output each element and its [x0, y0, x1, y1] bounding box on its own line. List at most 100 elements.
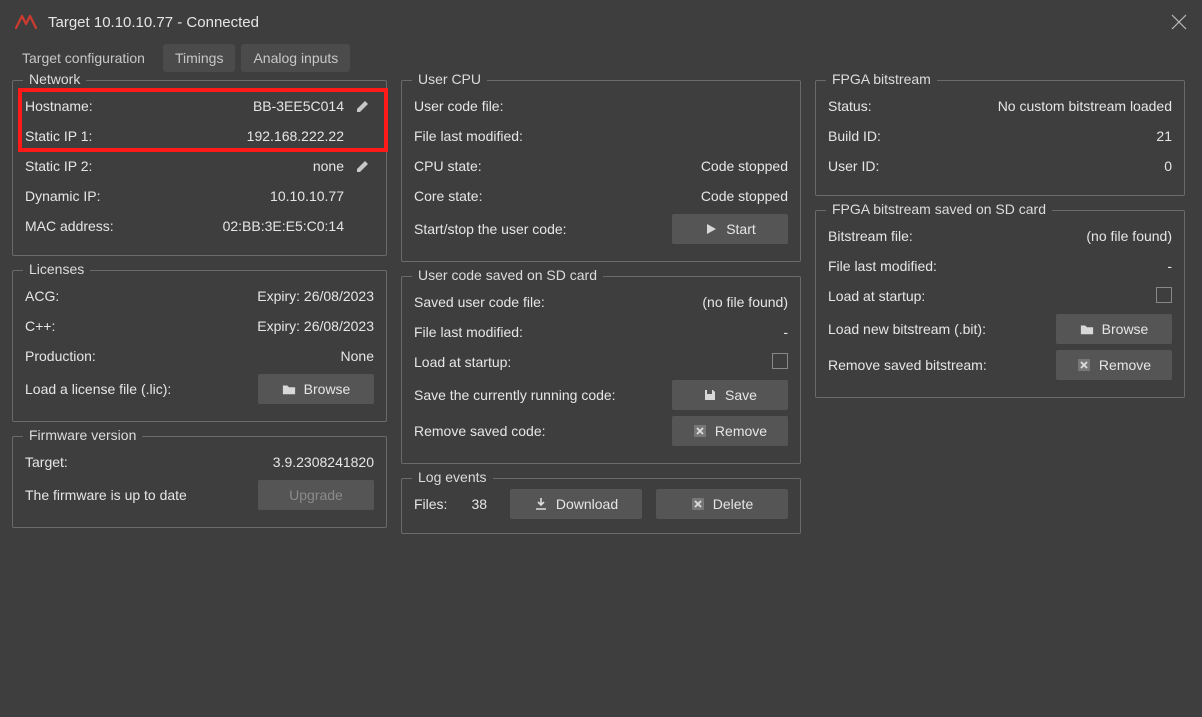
hostname-label: Hostname: — [25, 98, 93, 114]
fpga-user-value: 0 — [1164, 158, 1172, 174]
remove-bitstream-label: Remove saved bitstream: — [828, 357, 1054, 373]
core-state-label: Core state: — [414, 188, 482, 204]
load-license-label: Load a license file (.lic): — [25, 381, 256, 397]
ucode-file-label: User code file: — [414, 98, 503, 114]
tab-analog-inputs[interactable]: Analog inputs — [241, 44, 350, 72]
close-icon[interactable] — [1170, 13, 1188, 31]
fpga-build-value: 21 — [1156, 128, 1172, 144]
saved-code-mod-label: File last modified: — [414, 324, 523, 340]
static-ip1-value: 192.168.222.22 — [247, 128, 344, 144]
fpga-sd-group: FPGA bitstream saved on SD card Bitstrea… — [815, 210, 1185, 398]
ucode-mod-label: File last modified: — [414, 128, 523, 144]
remove-label: Remove — [1099, 357, 1151, 373]
user-code-sd-legend: User code saved on SD card — [412, 267, 603, 283]
cpu-state-value: Code stopped — [701, 158, 788, 174]
bitstream-mod-label: File last modified: — [828, 258, 937, 274]
download-button[interactable]: Download — [510, 489, 642, 519]
startstop-label: Start/stop the user code: — [414, 221, 670, 237]
cpp-label: C++: — [25, 318, 55, 334]
firmware-target-label: Target: — [25, 454, 68, 470]
fpga-bitstream-legend: FPGA bitstream — [826, 71, 937, 87]
static-ip2-label: Static IP 2: — [25, 158, 92, 174]
log-files-label: Files: — [414, 496, 447, 512]
pencil-icon[interactable] — [352, 95, 374, 117]
log-events-group: Log events Files: 38 Download Delete — [401, 478, 801, 534]
user-code-sd-group: User code saved on SD card Saved user co… — [401, 276, 801, 464]
folder-icon — [1080, 322, 1094, 336]
bitstream-file-label: Bitstream file: — [828, 228, 913, 244]
tab-target-configuration[interactable]: Target configuration — [10, 44, 157, 72]
delete-label: Delete — [713, 496, 753, 512]
upgrade-label: Upgrade — [289, 487, 343, 503]
load-startup-checkbox[interactable] — [772, 353, 788, 369]
network-legend: Network — [23, 71, 86, 87]
fpga-build-label: Build ID: — [828, 128, 881, 144]
tab-bar: Target configuration Timings Analog inpu… — [0, 44, 1202, 80]
mac-value: 02:BB:3E:E5:C0:14 — [223, 218, 344, 234]
remove-label: Remove — [715, 423, 767, 439]
log-files-count: 38 — [461, 496, 487, 512]
close-icon — [693, 424, 707, 438]
remove-code-button[interactable]: Remove — [672, 416, 788, 446]
bitstream-mod-value: - — [1167, 258, 1172, 274]
tab-timings[interactable]: Timings — [163, 44, 236, 72]
app-logo-icon — [14, 10, 38, 34]
pencil-icon[interactable] — [352, 155, 374, 177]
static-ip1-label: Static IP 1: — [25, 128, 92, 144]
save-icon — [703, 388, 717, 402]
bitstream-load-startup-checkbox[interactable] — [1156, 287, 1172, 303]
browse-license-button[interactable]: Browse — [258, 374, 374, 404]
cpp-value: Expiry: 26/08/2023 — [257, 318, 374, 334]
production-label: Production: — [25, 348, 96, 364]
fpga-sd-legend: FPGA bitstream saved on SD card — [826, 201, 1052, 217]
fpga-status-value: No custom bitstream loaded — [998, 98, 1172, 114]
browse-bitstream-button[interactable]: Browse — [1056, 314, 1172, 344]
licenses-legend: Licenses — [23, 261, 90, 277]
start-label: Start — [726, 221, 756, 237]
download-label: Download — [556, 496, 618, 512]
firmware-group: Firmware version Target: 3.9.2308241820 … — [12, 436, 387, 528]
core-state-value: Code stopped — [701, 188, 788, 204]
bitstream-file-value: (no file found) — [1086, 228, 1172, 244]
window-title: Target 10.10.10.77 - Connected — [48, 14, 259, 31]
title-bar: Target 10.10.10.77 - Connected — [0, 0, 1202, 44]
load-startup-label: Load at startup: — [414, 354, 511, 370]
close-icon — [1077, 358, 1091, 372]
delete-button[interactable]: Delete — [656, 489, 788, 519]
firmware-target-value: 3.9.2308241820 — [273, 454, 374, 470]
bitstream-load-startup-label: Load at startup: — [828, 288, 925, 304]
hostname-value: BB-3EE5C014 — [253, 98, 344, 114]
upgrade-button[interactable]: Upgrade — [258, 480, 374, 510]
fpga-status-label: Status: — [828, 98, 872, 114]
fpga-user-label: User ID: — [828, 158, 879, 174]
saved-code-label: Saved user code file: — [414, 294, 545, 310]
firmware-uptodate-label: The firmware is up to date — [25, 487, 256, 503]
cpu-state-label: CPU state: — [414, 158, 482, 174]
log-events-legend: Log events — [412, 469, 493, 485]
save-label: Save — [725, 387, 757, 403]
saved-code-mod-value: - — [783, 324, 788, 340]
static-ip2-value: none — [313, 158, 344, 174]
acg-value: Expiry: 26/08/2023 — [257, 288, 374, 304]
folder-icon — [282, 382, 296, 396]
close-icon — [691, 497, 705, 511]
start-button[interactable]: Start — [672, 214, 788, 244]
remove-bitstream-button[interactable]: Remove — [1056, 350, 1172, 380]
saved-code-value: (no file found) — [702, 294, 788, 310]
browse-label: Browse — [304, 381, 351, 397]
production-value: None — [341, 348, 374, 364]
acg-label: ACG: — [25, 288, 59, 304]
browse-label: Browse — [1102, 321, 1149, 337]
save-button[interactable]: Save — [672, 380, 788, 410]
licenses-group: Licenses ACG: Expiry: 26/08/2023 C++: Ex… — [12, 270, 387, 422]
save-code-label: Save the currently running code: — [414, 387, 670, 403]
dynamic-ip-label: Dynamic IP: — [25, 188, 100, 204]
fpga-bitstream-group: FPGA bitstream Status: No custom bitstre… — [815, 80, 1185, 196]
firmware-legend: Firmware version — [23, 427, 142, 443]
user-cpu-legend: User CPU — [412, 71, 487, 87]
dynamic-ip-value: 10.10.10.77 — [270, 188, 344, 204]
mac-label: MAC address: — [25, 218, 114, 234]
remove-code-label: Remove saved code: — [414, 423, 670, 439]
download-icon — [534, 497, 548, 511]
network-group: Network Hostname: BB-3EE5C014 Static IP … — [12, 80, 387, 256]
